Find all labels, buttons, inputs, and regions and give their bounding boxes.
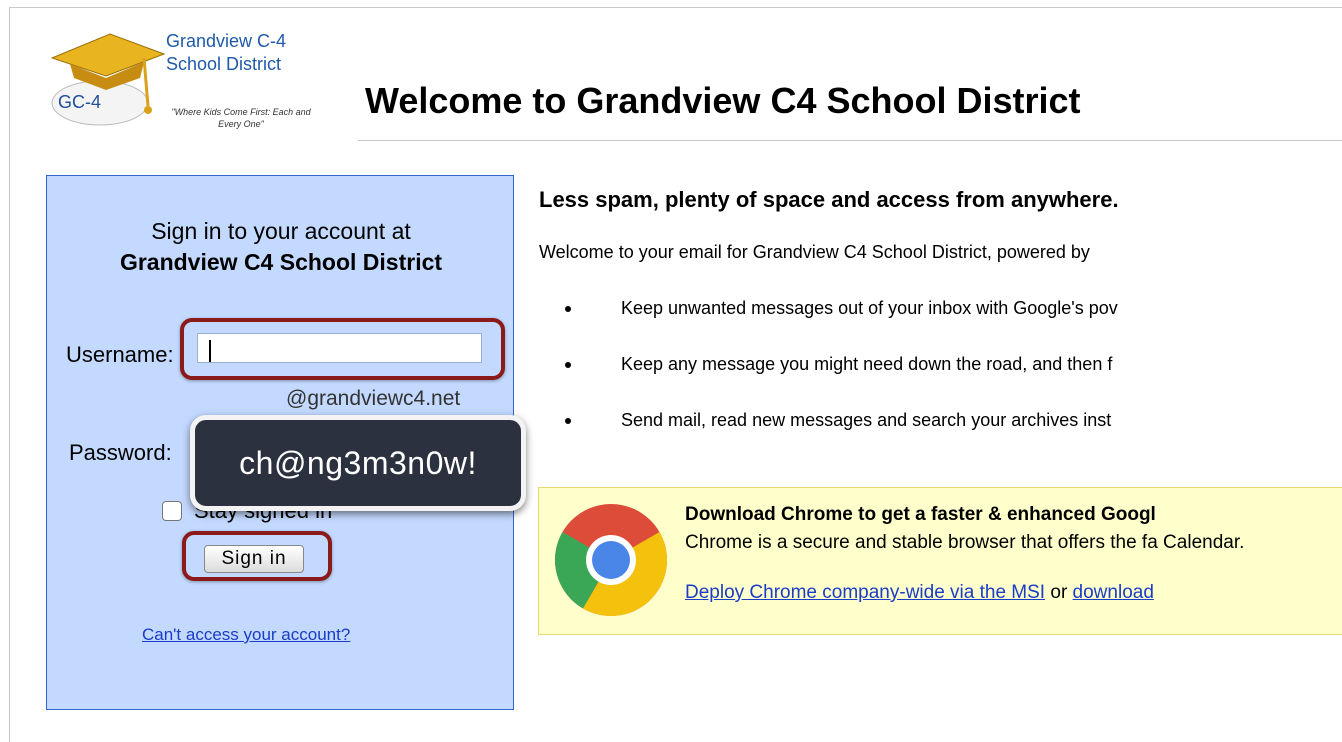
logo-badge-text: GC-4 [58, 92, 102, 112]
logo-district-name: Grandview C-4 School District [166, 31, 287, 74]
chrome-promo-links: Deploy Chrome company-wide via the MSI o… [685, 582, 1154, 604]
list-item-text: Keep unwanted messages out of your inbox… [621, 298, 1118, 318]
graduation-cap-icon [50, 33, 166, 126]
list-item: Keep any message you might need down the… [565, 354, 1118, 410]
username-highlight [180, 318, 505, 380]
deploy-chrome-link[interactable]: Deploy Chrome company-wide via the MSI [685, 582, 1045, 603]
password-example-text: ch@ng3m3n0w! [239, 444, 477, 481]
chrome-promo-title: Download Chrome to get a faster & enhanc… [685, 504, 1156, 525]
list-item: Send mail, read new messages and search … [565, 410, 1118, 466]
list-item-text: Send mail, read new messages and search … [621, 410, 1112, 430]
or-text: or [1045, 582, 1073, 603]
signin-heading: Sign in to your account at Grandview C4 … [107, 216, 455, 278]
main-subheading: Less spam, plenty of space and access fr… [539, 187, 1119, 212]
chrome-promo-description: Chrome is a secure and stable browser th… [685, 532, 1245, 553]
username-label: Username: [66, 342, 174, 367]
signin-heading-text: Sign in to your account at [151, 218, 411, 244]
bullet-icon [565, 362, 571, 368]
sign-in-highlight [182, 531, 332, 581]
title-divider [358, 140, 1342, 141]
domain-hint: @grandviewc4.net [286, 387, 461, 410]
list-item-text: Keep any message you might need down the… [621, 354, 1113, 374]
list-item: Keep unwanted messages out of your inbox… [565, 298, 1118, 354]
password-callout: ch@ng3m3n0w! [190, 415, 526, 511]
download-chrome-link[interactable]: download [1073, 582, 1154, 603]
logo-tagline: "Where Kids Come First: Each and Every O… [171, 107, 311, 129]
password-label: Password: [69, 440, 172, 465]
signin-org-name: Grandview C4 School District [119, 249, 443, 275]
stay-signed-in-checkbox[interactable] [162, 501, 182, 521]
cant-access-link[interactable]: Can't access your account? [142, 625, 350, 645]
feature-list: Keep unwanted messages out of your inbox… [565, 298, 1118, 466]
chrome-promo: Download Chrome to get a faster & enhanc… [538, 487, 1342, 635]
bullet-icon [565, 306, 571, 312]
district-logo: GC-4 Grandview C-4 School District "Wher… [48, 28, 328, 138]
chrome-logo-icon [554, 504, 667, 617]
page-title: Welcome to Grandview C4 School District [365, 80, 1081, 121]
intro-text: Welcome to your email for Grandview C4 S… [539, 242, 1090, 262]
bullet-icon [565, 418, 571, 424]
